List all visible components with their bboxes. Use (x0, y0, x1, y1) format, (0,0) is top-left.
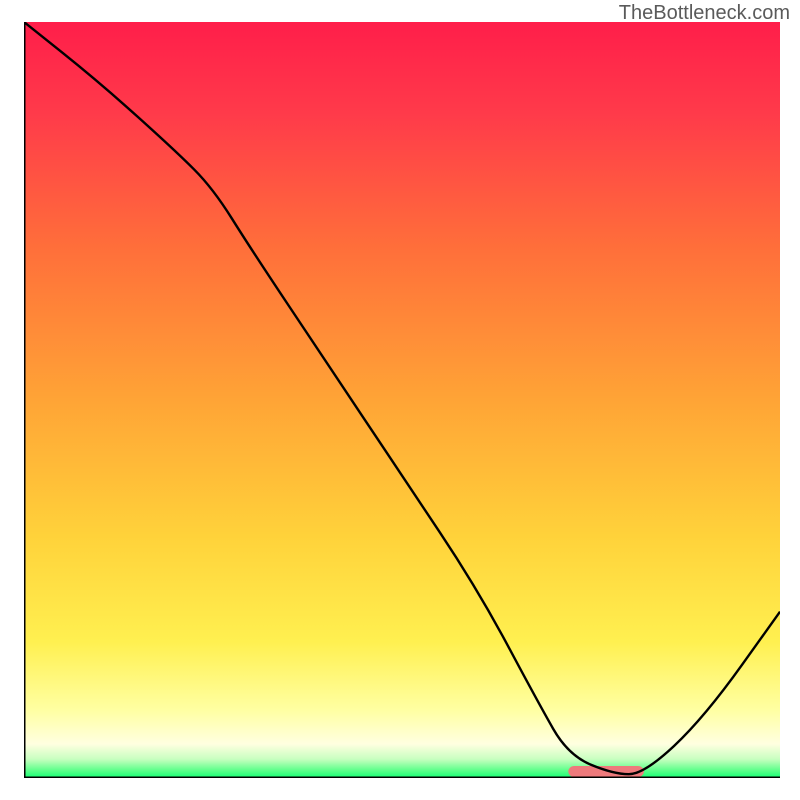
chart-background (24, 22, 780, 778)
chart-canvas (24, 22, 780, 778)
watermark-text: TheBottleneck.com (619, 2, 790, 25)
chart-svg (24, 22, 780, 778)
